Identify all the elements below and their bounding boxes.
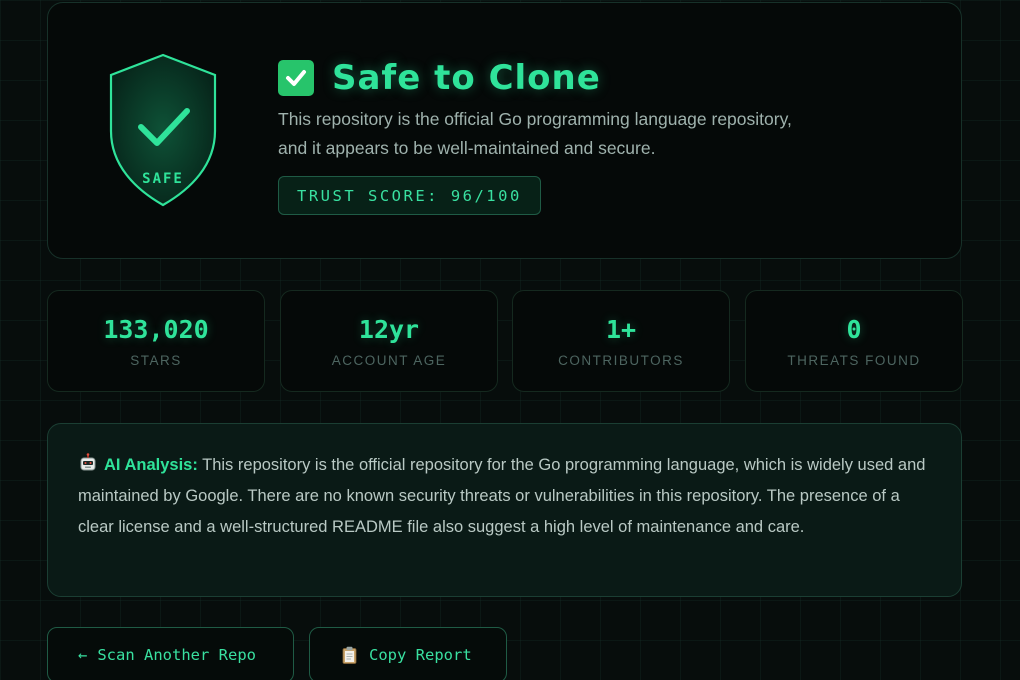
clipboard-icon <box>342 646 357 664</box>
trust-score-badge: TRUST SCORE: 96/100 <box>278 176 541 215</box>
shield-check-icon: SAFE <box>103 47 223 212</box>
verdict-row: Safe to Clone <box>278 58 601 98</box>
check-box-icon <box>278 60 314 96</box>
stat-value: 0 <box>846 315 862 344</box>
stat-threats-found: 0 THREATS FOUND <box>745 290 963 392</box>
stat-label: ACCOUNT AGE <box>331 353 447 368</box>
verdict-summary: This repository is the official Go progr… <box>278 109 792 158</box>
ai-analysis-body: This repository is the official reposito… <box>78 456 926 536</box>
ai-analysis-panel: AI Analysis: This repository is the offi… <box>47 423 962 597</box>
stat-label: STARS <box>130 353 182 368</box>
result-card: SAFE Safe to Clone This repository is th… <box>47 2 962 259</box>
stat-stars: 133,020 STARS <box>47 290 265 392</box>
scan-another-label: Scan Another Repo <box>97 646 256 664</box>
ai-analysis-heading: AI Analysis: <box>104 456 198 474</box>
stat-label: CONTRIBUTORS <box>558 353 684 368</box>
stat-value: 1+ <box>605 315 637 344</box>
stat-label: THREATS FOUND <box>787 353 921 368</box>
copy-report-button[interactable]: Copy Report <box>309 627 507 680</box>
copy-report-label: Copy Report <box>369 646 472 664</box>
stat-value: 133,020 <box>103 315 209 344</box>
scan-another-repo-button[interactable]: ← Scan Another Repo <box>47 627 294 680</box>
verdict-title: Safe to Clone <box>332 58 601 98</box>
stat-account-age: 12yr ACCOUNT AGE <box>280 290 498 392</box>
ai-analysis-text: AI Analysis: This repository is the offi… <box>78 450 938 543</box>
stat-value: 12yr <box>358 315 420 344</box>
stat-contributors: 1+ CONTRIBUTORS <box>512 290 730 392</box>
scan-result-page: SAFE Safe to Clone This repository is th… <box>0 0 1020 680</box>
shield-label: SAFE <box>142 171 184 187</box>
robot-icon <box>80 453 96 471</box>
arrow-left-icon: ← <box>78 646 88 664</box>
